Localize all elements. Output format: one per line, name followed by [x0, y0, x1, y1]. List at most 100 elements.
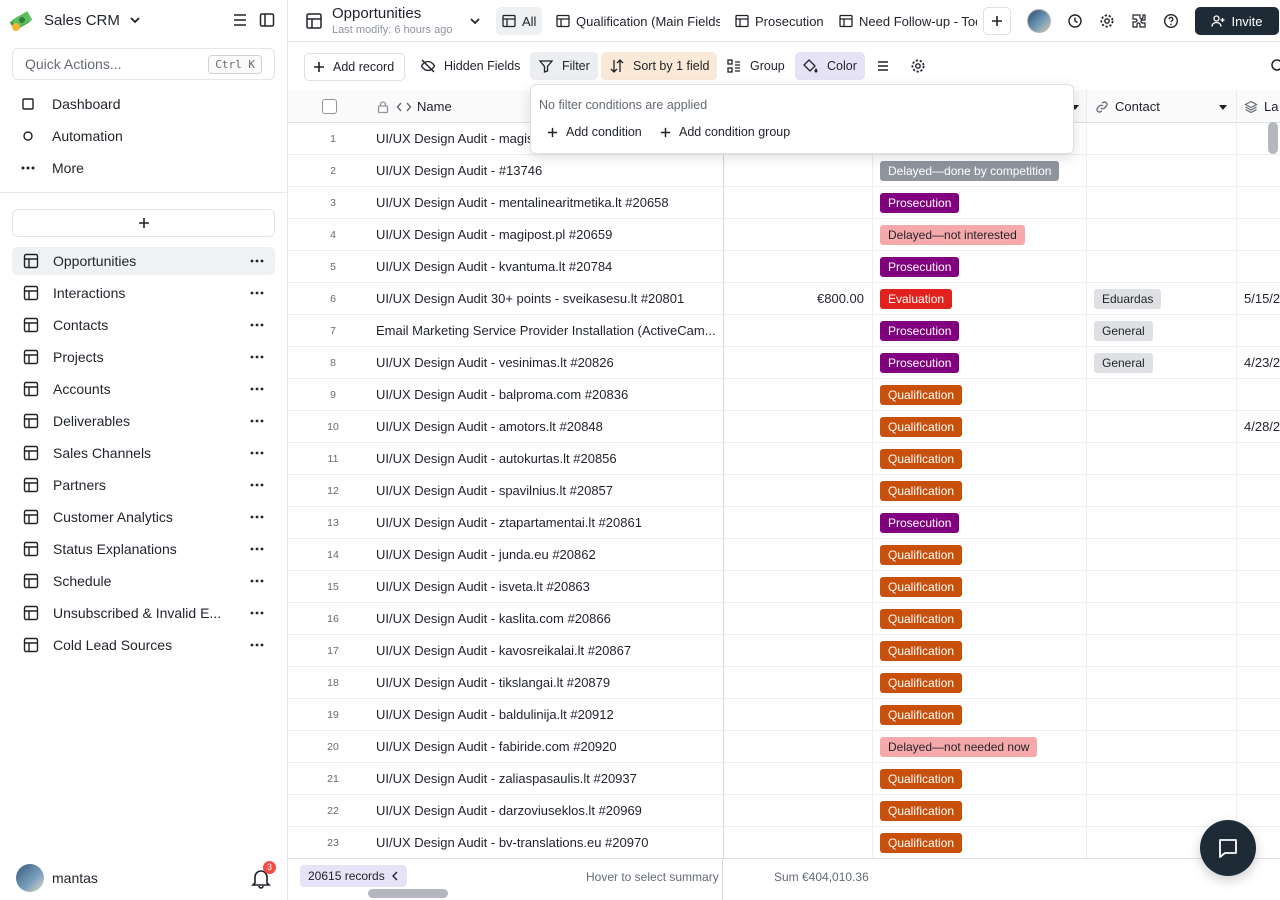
status-cell[interactable]: Qualification: [873, 539, 1087, 571]
sort-button[interactable]: Sort by 1 field: [601, 52, 718, 80]
group-button[interactable]: Group: [718, 52, 793, 80]
status-cell[interactable]: Qualification: [873, 571, 1087, 603]
table-row[interactable]: 18 UI/UX Design Audit - tikslangai.lt #20…: [288, 667, 1280, 699]
amount-cell[interactable]: [723, 539, 873, 571]
last-cell[interactable]: [1237, 635, 1280, 667]
horizontal-scrollbar[interactable]: [368, 889, 448, 898]
contact-cell[interactable]: [1087, 475, 1237, 507]
amount-cell[interactable]: [723, 667, 873, 699]
amount-cell[interactable]: [723, 507, 873, 539]
sidebar-table-item[interactable]: Partners: [12, 471, 275, 499]
help-icon[interactable]: [1163, 13, 1179, 29]
last-cell[interactable]: [1237, 443, 1280, 475]
tab-qualification[interactable]: Qualification (Main Fields): [550, 7, 720, 35]
more-icon[interactable]: [249, 381, 265, 397]
name-cell[interactable]: UI/UX Design Audit - junda.eu #20862: [370, 539, 722, 571]
status-cell[interactable]: Qualification: [873, 827, 1087, 858]
gear-icon[interactable]: [910, 58, 926, 74]
more-icon[interactable]: [249, 285, 265, 301]
last-cell[interactable]: [1237, 667, 1280, 699]
status-cell[interactable]: Prosecution: [873, 251, 1087, 283]
contact-cell[interactable]: [1087, 635, 1237, 667]
hover-summary-hint[interactable]: Hover to select summary: [586, 870, 719, 884]
table-row[interactable]: 2 UI/UX Design Audit - #13746 Delayed—done…: [288, 155, 1280, 187]
amount-cell[interactable]: [723, 411, 873, 443]
chat-support-button[interactable]: [1200, 820, 1256, 876]
table-row[interactable]: 12 UI/UX Design Audit - spavilnius.lt #20…: [288, 475, 1280, 507]
collaborator-avatar[interactable]: [1027, 9, 1051, 33]
history-icon[interactable]: [1067, 13, 1083, 29]
table-row[interactable]: 5 UI/UX Design Audit - kvantuma.lt #20784…: [288, 251, 1280, 283]
sidebar-table-item[interactable]: Status Explanations: [12, 535, 275, 563]
name-cell[interactable]: UI/UX Design Audit - fabiride.com #20920: [370, 731, 722, 763]
workspace-switcher[interactable]: Sales CRM: [8, 6, 142, 34]
contact-cell[interactable]: [1087, 219, 1237, 251]
contact-cell[interactable]: [1087, 603, 1237, 635]
contact-cell[interactable]: Eduardas: [1087, 283, 1237, 315]
name-cell[interactable]: UI/UX Design Audit - autokurtas.lt #2085…: [370, 443, 722, 475]
status-cell[interactable]: Qualification: [873, 699, 1087, 731]
table-row[interactable]: 22 UI/UX Design Audit - darzoviuseklos.lt…: [288, 795, 1280, 827]
select-all-checkbox[interactable]: [321, 99, 337, 114]
status-cell[interactable]: Evaluation: [873, 283, 1087, 315]
sidebar-table-item[interactable]: Opportunities: [12, 247, 275, 275]
more-icon[interactable]: [249, 637, 265, 653]
last-cell[interactable]: 4/23/2: [1237, 347, 1280, 379]
last-cell[interactable]: [1237, 315, 1280, 347]
nav-automation[interactable]: Automation: [12, 122, 275, 150]
last-cell[interactable]: 4/28/2: [1237, 411, 1280, 443]
amount-cell[interactable]: [723, 731, 873, 763]
user-profile[interactable]: mantas: [16, 864, 98, 892]
sidebar-table-item[interactable]: Cold Lead Sources: [12, 631, 275, 659]
column-header-contact[interactable]: Contact: [1087, 90, 1237, 123]
amount-cell[interactable]: [723, 763, 873, 795]
more-icon[interactable]: [249, 253, 265, 269]
more-icon[interactable]: [249, 445, 265, 461]
chevron-down-icon[interactable]: [468, 14, 482, 28]
last-cell[interactable]: [1237, 571, 1280, 603]
contact-cell[interactable]: [1087, 667, 1237, 699]
contact-cell[interactable]: [1087, 251, 1237, 283]
add-condition-button[interactable]: Add condition: [547, 122, 642, 142]
status-cell[interactable]: Qualification: [873, 795, 1087, 827]
name-cell[interactable]: UI/UX Design Audit - magipost.pl #20659: [370, 219, 722, 251]
more-icon[interactable]: [249, 509, 265, 525]
status-cell[interactable]: Qualification: [873, 635, 1087, 667]
contact-cell[interactable]: [1087, 443, 1237, 475]
table-row[interactable]: 23 UI/UX Design Audit - bv-translations.e…: [288, 827, 1280, 858]
name-cell[interactable]: UI/UX Design Audit - kvantuma.lt #20784: [370, 251, 722, 283]
status-cell[interactable]: Delayed—not interested: [873, 219, 1087, 251]
table-row[interactable]: 14 UI/UX Design Audit - junda.eu #20862 Qu…: [288, 539, 1280, 571]
more-icon[interactable]: [249, 349, 265, 365]
contact-cell[interactable]: General: [1087, 347, 1237, 379]
contact-cell[interactable]: [1087, 507, 1237, 539]
amount-cell[interactable]: [723, 315, 873, 347]
table-row[interactable]: 17 UI/UX Design Audit - kavosreikalai.lt …: [288, 635, 1280, 667]
amount-cell[interactable]: [723, 827, 873, 858]
sidebar-table-item[interactable]: Contacts: [12, 311, 275, 339]
color-button[interactable]: Color: [795, 52, 865, 80]
contact-cell[interactable]: [1087, 699, 1237, 731]
amount-sum[interactable]: Sum €404,010.36: [774, 870, 869, 884]
contact-cell[interactable]: [1087, 155, 1237, 187]
contact-cell[interactable]: General: [1087, 315, 1237, 347]
table-row[interactable]: 6 UI/UX Design Audit 30+ points - sveikas…: [288, 283, 1280, 315]
name-cell[interactable]: UI/UX Design Audit - isveta.lt #20863: [370, 571, 722, 603]
name-cell[interactable]: UI/UX Design Audit - vesinimas.lt #20826: [370, 347, 722, 379]
name-cell[interactable]: UI/UX Design Audit - zaliaspasaulis.lt #…: [370, 763, 722, 795]
name-cell[interactable]: UI/UX Design Audit - ztapartamentai.lt #…: [370, 507, 722, 539]
name-cell[interactable]: UI/UX Design Audit - mentalinearitmetika…: [370, 187, 722, 219]
amount-cell[interactable]: [723, 219, 873, 251]
name-cell[interactable]: UI/UX Design Audit - kaslita.com #20866: [370, 603, 722, 635]
table-row[interactable]: 11 UI/UX Design Audit - autokurtas.lt #20…: [288, 443, 1280, 475]
status-cell[interactable]: Delayed—not needed now: [873, 731, 1087, 763]
sidebar-table-item[interactable]: Unsubscribed & Invalid E...: [12, 599, 275, 627]
name-cell[interactable]: UI/UX Design Audit - tikslangai.lt #2087…: [370, 667, 722, 699]
name-cell[interactable]: UI/UX Design Audit 30+ points - sveikase…: [370, 283, 722, 315]
add-record-button[interactable]: Add record: [304, 53, 405, 81]
status-cell[interactable]: Qualification: [873, 379, 1087, 411]
name-cell[interactable]: UI/UX Design Audit - darzoviuseklos.lt #…: [370, 795, 722, 827]
contact-cell[interactable]: [1087, 379, 1237, 411]
status-cell[interactable]: Delayed—done by competition: [873, 155, 1087, 187]
more-icon[interactable]: [249, 541, 265, 557]
